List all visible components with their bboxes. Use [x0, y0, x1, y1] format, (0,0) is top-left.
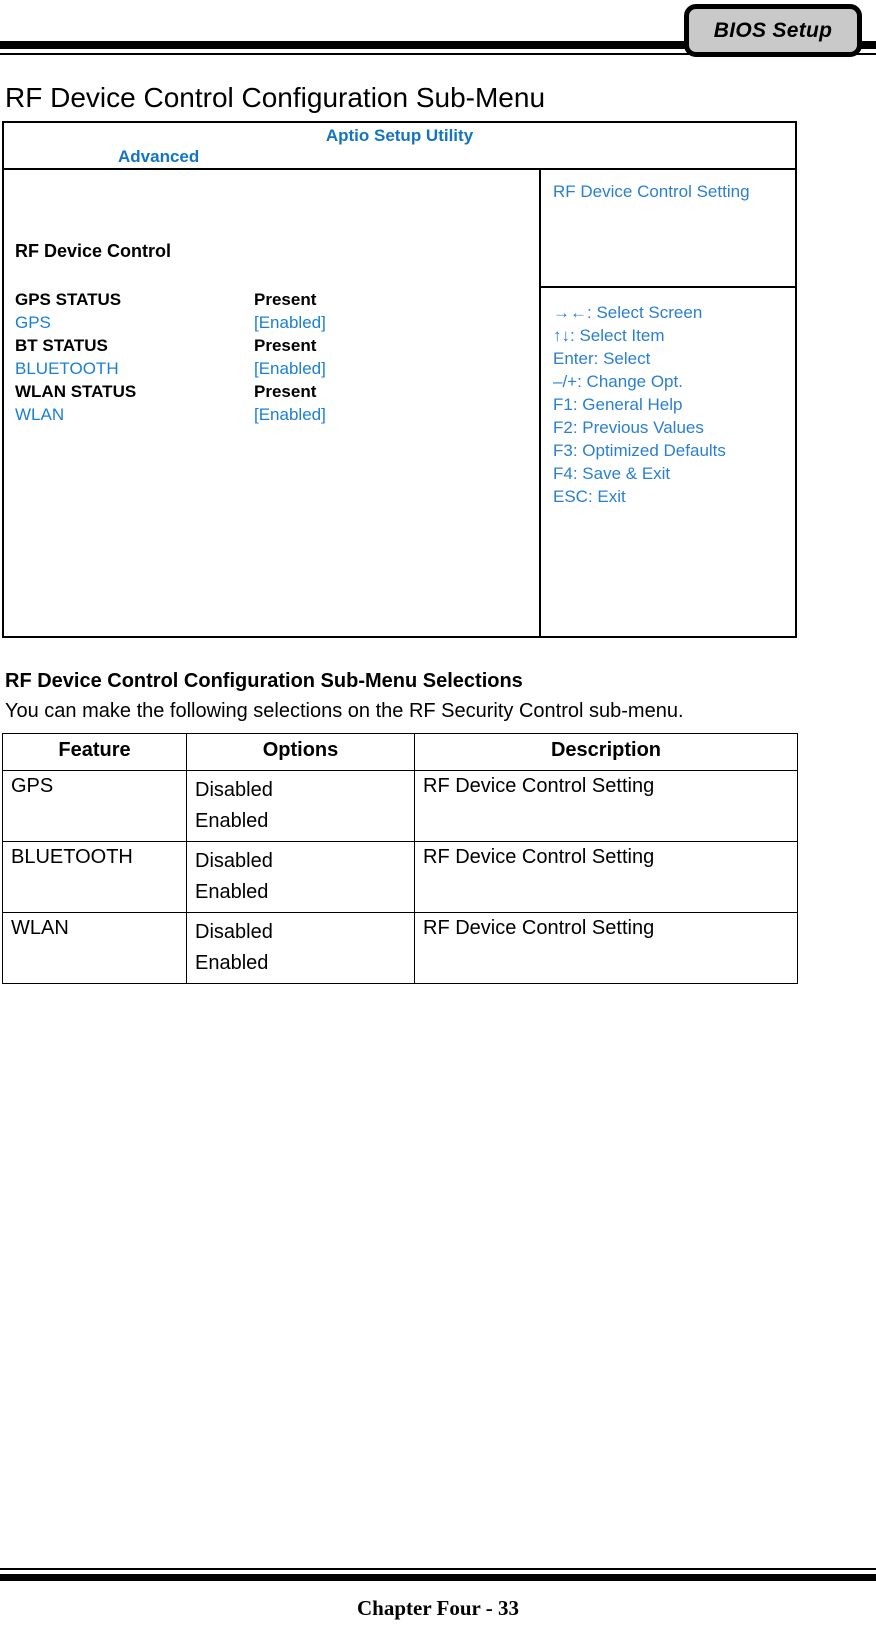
table-row: BLUETOOTH Disabled Enabled RF Device Con…	[2, 841, 798, 913]
option-value: Disabled	[195, 850, 273, 872]
bios-title-bar: Aptio Setup Utility Advanced	[4, 123, 795, 170]
bios-item-list: GPS STATUS Present GPS [Enabled] BT STAT…	[15, 288, 525, 426]
column-header-options: Options	[186, 733, 415, 771]
bios-item-label: WLAN STATUS	[15, 382, 137, 401]
column-header-feature: Feature	[2, 733, 187, 771]
bios-section-title: RF Device Control	[15, 241, 172, 261]
page-title: RF Device Control Configuration Sub-Menu	[5, 82, 546, 113]
key-legend-f3-optimized-defaults: F3: Optimized Defaults	[553, 441, 726, 460]
bios-item-label: WLAN	[15, 405, 65, 424]
option-value: Enabled	[195, 881, 269, 903]
key-legend-change-opt: –/+: Change Opt.	[553, 372, 683, 391]
cell-description: RF Device Control Setting	[414, 912, 798, 984]
cell-feature: BLUETOOTH	[2, 841, 187, 913]
bios-item-bluetooth[interactable]: BLUETOOTH [Enabled]	[15, 357, 525, 380]
bios-item-value[interactable]: [Enabled]	[254, 403, 326, 426]
key-legend-f1-general-help: F1: General Help	[553, 395, 683, 414]
bios-setup-tab: BIOS Setup	[684, 4, 862, 57]
option-value: Enabled	[195, 810, 269, 832]
column-header-description: Description	[414, 733, 798, 771]
option-value: Disabled	[195, 921, 273, 943]
bios-settings-pane: RF Device Control GPS STATUS Present GPS…	[4, 170, 541, 636]
option-value: Enabled	[195, 952, 269, 974]
bios-item-bt-status: BT STATUS Present	[15, 334, 525, 357]
aptio-utility-title: Aptio Setup Utility	[325, 126, 474, 145]
key-legend-enter-select: Enter: Select	[553, 349, 651, 368]
bios-screen: Aptio Setup Utility Advanced RF Device C…	[2, 121, 797, 638]
bios-key-legend: →←: Select Screen ↑↓: Select Item Enter:…	[553, 301, 726, 508]
key-legend-select-item: ↑↓: Select Item	[553, 326, 665, 345]
bios-body: RF Device Control GPS STATUS Present GPS…	[4, 170, 797, 636]
bios-item-value: Present	[254, 336, 317, 355]
table-row: GPS Disabled Enabled RF Device Control S…	[2, 770, 798, 842]
footer-page-label: Chapter Four - 33	[357, 1596, 519, 1620]
selections-intro: You can make the following selections on…	[5, 700, 684, 722]
bios-item-gps-status: GPS STATUS Present	[15, 288, 525, 311]
bios-help-pane: RF Device Control Setting →←: Select Scr…	[541, 170, 797, 636]
cell-options: Disabled Enabled	[186, 841, 415, 913]
bios-item-gps[interactable]: GPS [Enabled]	[15, 311, 525, 334]
cell-description: RF Device Control Setting	[414, 841, 798, 913]
cell-description: RF Device Control Setting	[414, 770, 798, 842]
bios-item-label: GPS	[15, 313, 51, 332]
footer-rule-thick	[0, 1574, 876, 1581]
bios-item-label: BT STATUS	[15, 336, 108, 355]
bios-item-label: GPS STATUS	[15, 290, 122, 309]
bios-help-description-box: RF Device Control Setting	[541, 170, 797, 288]
key-legend-f2-previous-values: F2: Previous Values	[553, 418, 704, 437]
bios-item-label: BLUETOOTH	[15, 359, 119, 378]
bios-setup-tab-label: BIOS Setup	[713, 18, 833, 42]
bios-help-description-text: RF Device Control Setting	[553, 182, 750, 201]
footer-rule-thin	[0, 1568, 876, 1570]
key-legend-select-screen: →←: Select Screen	[553, 303, 703, 322]
bios-item-wlan[interactable]: WLAN [Enabled]	[15, 403, 525, 426]
key-legend-esc-exit: ESC: Exit	[553, 487, 626, 506]
cell-feature: WLAN	[2, 912, 187, 984]
selections-table: Feature Options Description GPS Disabled…	[2, 733, 798, 984]
cell-options: Disabled Enabled	[186, 912, 415, 984]
key-legend-f4-save-exit: F4: Save & Exit	[553, 464, 671, 483]
bios-menu-tab-advanced[interactable]: Advanced	[118, 147, 199, 167]
page-header: BIOS Setup	[0, 0, 876, 72]
bios-item-value: Present	[254, 290, 317, 309]
bios-item-wlan-status: WLAN STATUS Present	[15, 380, 525, 403]
table-row: WLAN Disabled Enabled RF Device Control …	[2, 912, 798, 984]
selections-heading: RF Device Control Configuration Sub-Menu…	[5, 670, 523, 692]
bios-item-value: Present	[254, 382, 317, 401]
bios-item-value[interactable]: [Enabled]	[254, 311, 326, 334]
option-value: Disabled	[195, 779, 273, 801]
bios-item-value[interactable]: [Enabled]	[254, 357, 326, 380]
cell-options: Disabled Enabled	[186, 770, 415, 842]
table-header-row: Feature Options Description	[2, 733, 798, 771]
cell-feature: GPS	[2, 770, 187, 842]
